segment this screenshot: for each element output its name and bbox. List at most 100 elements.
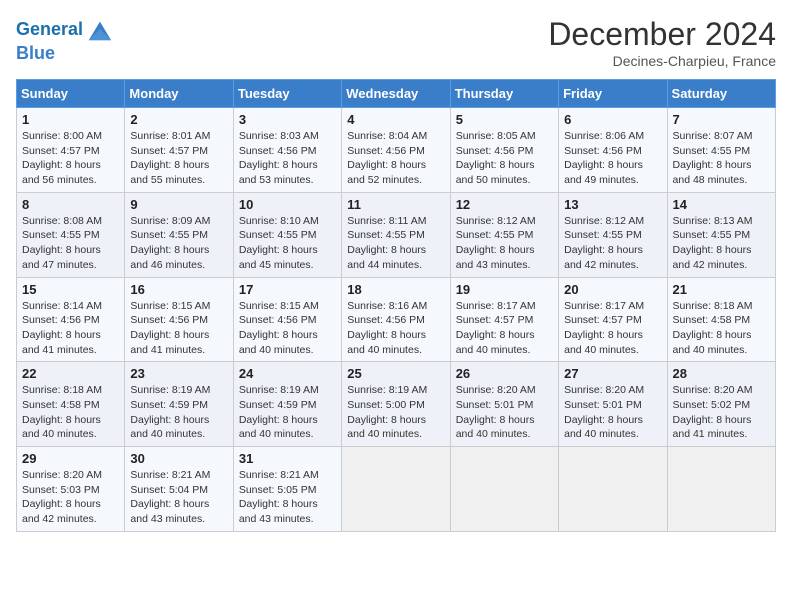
sunset-label: Sunset: 5:01 PM [564, 399, 642, 411]
day-info: Sunrise: 8:09 AM Sunset: 4:55 PM Dayligh… [130, 214, 227, 273]
sunset-label: Sunset: 5:01 PM [456, 399, 534, 411]
sunset-label: Sunset: 4:55 PM [456, 229, 534, 241]
sunset-label: Sunset: 4:56 PM [347, 314, 425, 326]
sunrise-label: Sunrise: 8:17 AM [456, 300, 536, 312]
day-number: 23 [130, 366, 227, 381]
day-number: 28 [673, 366, 770, 381]
sunset-label: Sunset: 5:05 PM [239, 484, 317, 496]
daylight-label: Daylight: 8 hours and 40 minutes. [130, 414, 209, 441]
day-number: 5 [456, 112, 553, 127]
daylight-label: Daylight: 8 hours and 55 minutes. [130, 159, 209, 186]
calendar-cell: 26 Sunrise: 8:20 AM Sunset: 5:01 PM Dayl… [450, 362, 558, 447]
day-number: 25 [347, 366, 444, 381]
day-number: 6 [564, 112, 661, 127]
day-info: Sunrise: 8:18 AM Sunset: 4:58 PM Dayligh… [673, 299, 770, 358]
sunset-label: Sunset: 4:55 PM [673, 145, 751, 157]
sunrise-label: Sunrise: 8:20 AM [22, 469, 102, 481]
sunrise-label: Sunrise: 8:10 AM [239, 215, 319, 227]
sunset-label: Sunset: 4:58 PM [673, 314, 751, 326]
calendar-cell: 24 Sunrise: 8:19 AM Sunset: 4:59 PM Dayl… [233, 362, 341, 447]
sunset-label: Sunset: 4:55 PM [673, 229, 751, 241]
day-info: Sunrise: 8:20 AM Sunset: 5:01 PM Dayligh… [456, 383, 553, 442]
daylight-label: Daylight: 8 hours and 44 minutes. [347, 244, 426, 271]
calendar-cell: 6 Sunrise: 8:06 AM Sunset: 4:56 PM Dayli… [559, 108, 667, 193]
sunrise-label: Sunrise: 8:21 AM [239, 469, 319, 481]
sunset-label: Sunset: 4:57 PM [564, 314, 642, 326]
sunrise-label: Sunrise: 8:12 AM [564, 215, 644, 227]
weekday-header: Tuesday [233, 80, 341, 108]
day-info: Sunrise: 8:17 AM Sunset: 4:57 PM Dayligh… [564, 299, 661, 358]
sunset-label: Sunset: 4:55 PM [564, 229, 642, 241]
daylight-label: Daylight: 8 hours and 48 minutes. [673, 159, 752, 186]
day-number: 17 [239, 282, 336, 297]
sunrise-label: Sunrise: 8:20 AM [673, 384, 753, 396]
day-info: Sunrise: 8:20 AM Sunset: 5:01 PM Dayligh… [564, 383, 661, 442]
sunrise-label: Sunrise: 8:08 AM [22, 215, 102, 227]
logo: General Blue [16, 16, 113, 64]
calendar-cell: 27 Sunrise: 8:20 AM Sunset: 5:01 PM Dayl… [559, 362, 667, 447]
calendar-cell: 15 Sunrise: 8:14 AM Sunset: 4:56 PM Dayl… [17, 277, 125, 362]
sunrise-label: Sunrise: 8:00 AM [22, 130, 102, 142]
sunset-label: Sunset: 4:55 PM [239, 229, 317, 241]
sunrise-label: Sunrise: 8:03 AM [239, 130, 319, 142]
day-number: 11 [347, 197, 444, 212]
daylight-label: Daylight: 8 hours and 43 minutes. [456, 244, 535, 271]
daylight-label: Daylight: 8 hours and 46 minutes. [130, 244, 209, 271]
calendar-cell [559, 447, 667, 532]
calendar-cell: 4 Sunrise: 8:04 AM Sunset: 4:56 PM Dayli… [342, 108, 450, 193]
sunset-label: Sunset: 4:56 PM [347, 145, 425, 157]
daylight-label: Daylight: 8 hours and 53 minutes. [239, 159, 318, 186]
calendar-cell: 10 Sunrise: 8:10 AM Sunset: 4:55 PM Dayl… [233, 192, 341, 277]
sunrise-label: Sunrise: 8:18 AM [673, 300, 753, 312]
day-info: Sunrise: 8:10 AM Sunset: 4:55 PM Dayligh… [239, 214, 336, 273]
daylight-label: Daylight: 8 hours and 40 minutes. [564, 329, 643, 356]
calendar-week-row: 22 Sunrise: 8:18 AM Sunset: 4:58 PM Dayl… [17, 362, 776, 447]
calendar-cell: 8 Sunrise: 8:08 AM Sunset: 4:55 PM Dayli… [17, 192, 125, 277]
calendar-week-row: 15 Sunrise: 8:14 AM Sunset: 4:56 PM Dayl… [17, 277, 776, 362]
sunrise-label: Sunrise: 8:06 AM [564, 130, 644, 142]
daylight-label: Daylight: 8 hours and 56 minutes. [22, 159, 101, 186]
calendar-cell: 19 Sunrise: 8:17 AM Sunset: 4:57 PM Dayl… [450, 277, 558, 362]
sunrise-label: Sunrise: 8:05 AM [456, 130, 536, 142]
calendar-week-row: 1 Sunrise: 8:00 AM Sunset: 4:57 PM Dayli… [17, 108, 776, 193]
calendar-cell [450, 447, 558, 532]
day-info: Sunrise: 8:00 AM Sunset: 4:57 PM Dayligh… [22, 129, 119, 188]
daylight-label: Daylight: 8 hours and 45 minutes. [239, 244, 318, 271]
sunrise-label: Sunrise: 8:20 AM [456, 384, 536, 396]
weekday-header-row: SundayMondayTuesdayWednesdayThursdayFrid… [17, 80, 776, 108]
sunset-label: Sunset: 4:55 PM [347, 229, 425, 241]
sunset-label: Sunset: 4:57 PM [456, 314, 534, 326]
calendar-cell [667, 447, 775, 532]
sunrise-label: Sunrise: 8:01 AM [130, 130, 210, 142]
calendar-cell: 9 Sunrise: 8:09 AM Sunset: 4:55 PM Dayli… [125, 192, 233, 277]
day-number: 13 [564, 197, 661, 212]
weekday-header: Thursday [450, 80, 558, 108]
calendar-table: SundayMondayTuesdayWednesdayThursdayFrid… [16, 79, 776, 532]
weekday-header: Saturday [667, 80, 775, 108]
day-number: 15 [22, 282, 119, 297]
day-number: 14 [673, 197, 770, 212]
sunset-label: Sunset: 5:00 PM [347, 399, 425, 411]
day-info: Sunrise: 8:21 AM Sunset: 5:04 PM Dayligh… [130, 468, 227, 527]
day-info: Sunrise: 8:13 AM Sunset: 4:55 PM Dayligh… [673, 214, 770, 273]
day-number: 19 [456, 282, 553, 297]
calendar-cell: 28 Sunrise: 8:20 AM Sunset: 5:02 PM Dayl… [667, 362, 775, 447]
calendar-cell: 23 Sunrise: 8:19 AM Sunset: 4:59 PM Dayl… [125, 362, 233, 447]
sunset-label: Sunset: 4:58 PM [22, 399, 100, 411]
sunset-label: Sunset: 4:56 PM [130, 314, 208, 326]
day-info: Sunrise: 8:19 AM Sunset: 4:59 PM Dayligh… [130, 383, 227, 442]
daylight-label: Daylight: 8 hours and 40 minutes. [347, 329, 426, 356]
calendar-week-row: 29 Sunrise: 8:20 AM Sunset: 5:03 PM Dayl… [17, 447, 776, 532]
day-info: Sunrise: 8:17 AM Sunset: 4:57 PM Dayligh… [456, 299, 553, 358]
day-number: 16 [130, 282, 227, 297]
weekday-header: Monday [125, 80, 233, 108]
sunset-label: Sunset: 4:56 PM [239, 314, 317, 326]
calendar-week-row: 8 Sunrise: 8:08 AM Sunset: 4:55 PM Dayli… [17, 192, 776, 277]
calendar-cell: 29 Sunrise: 8:20 AM Sunset: 5:03 PM Dayl… [17, 447, 125, 532]
day-info: Sunrise: 8:16 AM Sunset: 4:56 PM Dayligh… [347, 299, 444, 358]
day-info: Sunrise: 8:07 AM Sunset: 4:55 PM Dayligh… [673, 129, 770, 188]
sunset-label: Sunset: 4:59 PM [239, 399, 317, 411]
calendar-cell: 3 Sunrise: 8:03 AM Sunset: 4:56 PM Dayli… [233, 108, 341, 193]
day-number: 7 [673, 112, 770, 127]
sunrise-label: Sunrise: 8:04 AM [347, 130, 427, 142]
